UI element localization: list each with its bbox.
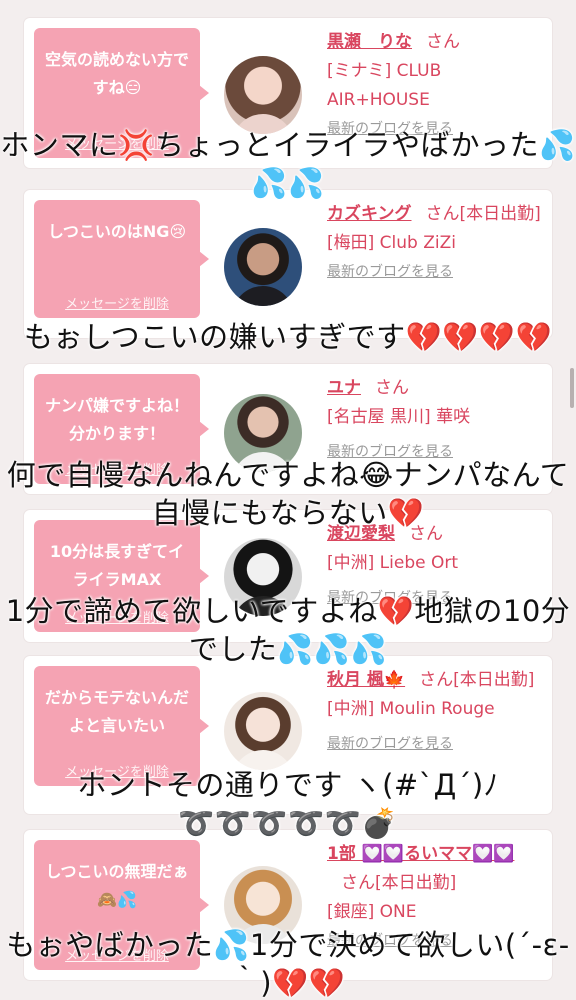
- overlay-comment: もぉしつこいの嫌いすぎです💔💔💔💔: [23, 320, 553, 354]
- message-text: しつこいの無理だぁ🙈💦: [45, 862, 189, 909]
- latest-blog-link[interactable]: 最新のブログを見る: [327, 258, 542, 287]
- honorific: さん: [375, 378, 409, 398]
- honorific: さん: [426, 32, 460, 52]
- cast-info: ユナ さん [名古屋 黒川] 華咲 最新のブログを見る: [327, 374, 542, 467]
- message-text: ナンパ嫌ですよね！分かります！: [44, 396, 189, 443]
- shop-line: [銀座] ONE: [327, 902, 417, 922]
- message-bubble: しつこいのはNG😢 メッセージを削除: [34, 200, 209, 318]
- honorific: さん[本日出勤]: [341, 873, 457, 893]
- message-text: 空気の読めない方ですね😑: [44, 50, 189, 97]
- cast-info: 秋月 楓🍁 さん[本日出勤] [中洲] Moulin Rouge 最新のブログを見…: [327, 666, 542, 759]
- overlay-comment: ホントその通りです ヽ(#`Д´)ﾉ ➰➰➰➰➰💣: [77, 768, 499, 840]
- honorific: さん[本日出勤]: [419, 670, 535, 690]
- avatar[interactable]: [224, 692, 302, 770]
- shop-line: AIR+HOUSE: [327, 90, 430, 110]
- cast-name-link[interactable]: 秋月 楓🍁: [327, 670, 405, 690]
- cast-name-link[interactable]: カズキング: [327, 204, 412, 224]
- message-card: しつこいのはNG😢 メッセージを削除 カズキング さん[本日出勤] [梅田] Cl…: [24, 190, 552, 338]
- cast-name-link[interactable]: 黒瀬 りな: [327, 32, 412, 52]
- delete-message-link[interactable]: メッセージを削除: [34, 293, 200, 312]
- latest-blog-link[interactable]: 最新のブログを見る: [327, 730, 542, 759]
- message-list-page: 空気の読めない方ですね😑 メッセージを削除 黒瀬 りな さん [ミナミ] CLUB…: [0, 0, 576, 1000]
- scrollbar[interactable]: [570, 368, 574, 408]
- shop-line: [梅田] Club ZiZi: [327, 233, 456, 253]
- overlay-comment: 1分で諦めて欲しいですよね💔地獄の10分でした💦💦💦: [5, 594, 571, 666]
- shop-line: [名古屋 黒川] 華咲: [327, 407, 471, 427]
- cast-info: カズキング さん[本日出勤] [梅田] Club ZiZi 最新のブログを見る: [327, 200, 542, 287]
- honorific: さん[本日出勤]: [425, 204, 541, 224]
- overlay-comment: ホンマに💢ちょっとイライラやばかった💦💦💦: [0, 128, 576, 200]
- shop-line: [中洲] Liebe Ort: [327, 553, 459, 573]
- avatar[interactable]: [224, 228, 302, 306]
- overlay-comment: 何で自慢なんねんですよね😂ナンパなんて自慢にもならない💔: [6, 458, 570, 530]
- cast-name-link[interactable]: 1部 💟💟るいママ💟💟: [327, 844, 514, 864]
- shop-line: [中洲] Moulin Rouge: [327, 699, 495, 719]
- message-text: しつこいのはNG😢: [47, 222, 187, 241]
- overlay-comment: もぉやばかった💦1分で決めて欲しい(´-ε-｀)💔💔: [6, 928, 570, 1000]
- cast-name-link[interactable]: ユナ: [327, 378, 361, 398]
- avatar[interactable]: [224, 56, 302, 134]
- message-text: だからモテないんだよと言いたい: [44, 688, 189, 735]
- shop-line: [ミナミ] CLUB: [327, 61, 442, 81]
